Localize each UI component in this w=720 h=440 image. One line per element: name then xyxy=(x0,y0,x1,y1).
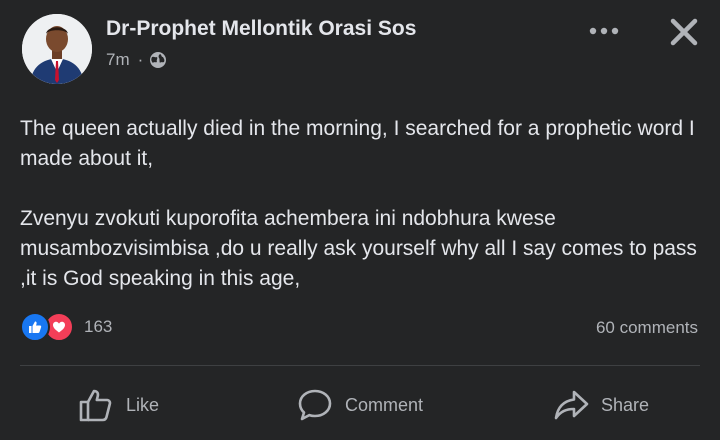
more-options-button[interactable] xyxy=(584,18,624,44)
post-actions: Like Comment Share xyxy=(0,380,720,430)
author-name[interactable]: Dr-Prophet Mellontik Orasi Sos xyxy=(106,17,416,41)
post-body: The queen actually died in the morning, … xyxy=(20,114,710,324)
like-label: Like xyxy=(126,394,160,415)
post-paragraph: The queen actually died in the morning, … xyxy=(20,117,695,170)
comment-label: Comment xyxy=(345,394,424,415)
avatar-image xyxy=(22,14,92,84)
post-paragraph: Zvenyu zvokuti kuporofita achembera ini … xyxy=(20,207,697,290)
close-icon xyxy=(670,18,698,46)
share-button[interactable]: Share xyxy=(553,380,649,430)
comment-bubble-icon xyxy=(298,389,332,421)
share-arrow-icon xyxy=(554,390,589,420)
like-button[interactable]: Like xyxy=(78,380,159,430)
close-button[interactable] xyxy=(664,12,704,52)
more-dots-icon xyxy=(589,27,619,35)
post-meta: 7m · xyxy=(106,50,167,70)
comment-button[interactable]: Comment xyxy=(297,380,423,430)
reaction-count: 163 xyxy=(84,317,113,336)
thumbs-up-icon xyxy=(79,389,112,422)
post-header: Dr-Prophet Mellontik Orasi Sos 7m · xyxy=(0,0,720,90)
reactions-summary[interactable]: 163 xyxy=(20,312,112,342)
author-avatar[interactable] xyxy=(22,14,92,84)
like-reaction-icon xyxy=(20,312,50,342)
post-time[interactable]: 7m xyxy=(106,50,130,70)
meta-separator: · xyxy=(137,50,144,69)
globe-icon[interactable] xyxy=(149,51,167,69)
actions-divider xyxy=(20,365,700,366)
comments-count[interactable]: 60 comments xyxy=(596,318,698,338)
share-label: Share xyxy=(601,394,650,415)
